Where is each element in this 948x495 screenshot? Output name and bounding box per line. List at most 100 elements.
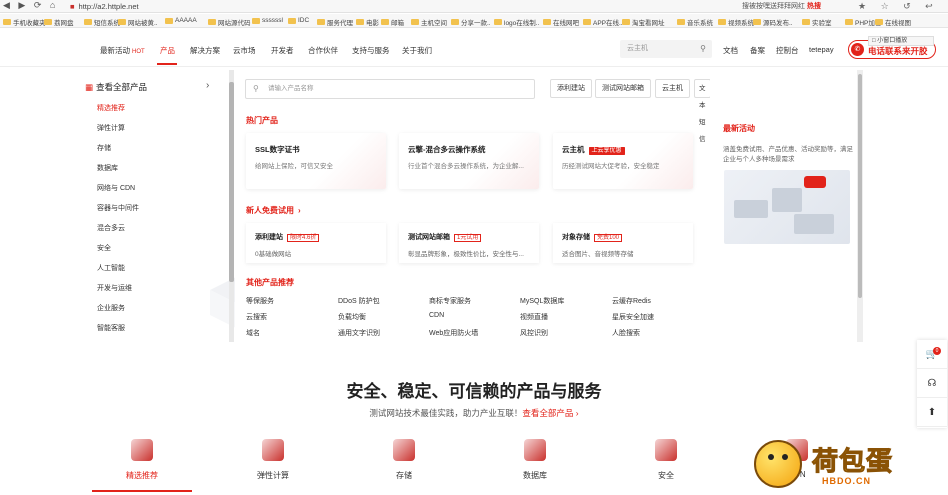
bookmark-item[interactable]: 短信系统 — [84, 17, 120, 27]
other-product-link[interactable]: 云搜索 — [246, 312, 267, 322]
bookmark-item[interactable]: 邮箱 — [381, 17, 404, 27]
sidebar-category[interactable]: 智能客服 — [97, 323, 125, 333]
activity-title[interactable]: 最新活动 — [723, 123, 755, 134]
view-all-link[interactable]: 查看全部产品 › — [522, 408, 578, 418]
other-product-link[interactable]: 云缓存Redis — [612, 296, 651, 306]
sidebar-category[interactable]: 企业服务 — [97, 303, 125, 313]
bookmark-item[interactable]: 电影 — [356, 17, 379, 27]
other-product-link[interactable]: 等保服务 — [246, 296, 274, 306]
panel-scrollbar[interactable] — [857, 70, 863, 342]
all-products-link[interactable]: ▦ 查看全部产品 — [85, 81, 147, 93]
address-bar[interactable]: ■ http://a2.httple.net — [70, 1, 710, 12]
browser-nav-buttons[interactable]: ◀ ▶ ⟳ ⌂ — [3, 0, 58, 13]
nav-item[interactable]: 合作伙伴 — [308, 45, 338, 56]
bookmark-item[interactable]: 主机空间 — [411, 17, 447, 27]
nav-item[interactable]: 支持与服务 — [352, 45, 390, 56]
bookmark-item[interactable]: 服务代理 — [317, 17, 353, 27]
bookmark-item[interactable]: 分享一款.. — [451, 17, 491, 27]
product-category-tab[interactable]: 安全 — [626, 439, 706, 481]
product-category-tab[interactable]: 数据库 — [495, 439, 575, 481]
bookmark-item[interactable]: 在线网吧 — [543, 17, 579, 27]
activity-banner-image[interactable] — [724, 170, 850, 244]
other-product-link[interactable]: DDoS 防护包 — [338, 296, 380, 306]
search-icon[interactable]: ⚲ — [700, 40, 706, 58]
link-console[interactable]: 控制台 — [776, 45, 799, 56]
header-search-input[interactable]: 云主机 ⚲ — [620, 40, 712, 58]
mini-window-toggle[interactable]: □ 小窗口播放 — [868, 36, 934, 46]
other-product-link[interactable]: 风控识别 — [520, 328, 548, 338]
other-product-link[interactable]: 负载均衡 — [338, 312, 366, 322]
link-filing[interactable]: 备案 — [750, 45, 765, 56]
scrollbar-thumb[interactable] — [229, 82, 234, 282]
bookmark-item[interactable]: IDC — [288, 17, 309, 24]
sidebar-category[interactable]: 人工智能 — [97, 263, 125, 273]
bookmark-item[interactable]: 在线视图 — [875, 17, 911, 27]
back-to-top-icon[interactable]: ⬆ — [917, 398, 947, 427]
bookmark-item[interactable]: 网站源代码 — [208, 17, 251, 27]
scrollbar-thumb[interactable] — [858, 74, 862, 298]
bookmark-item[interactable]: 淘宝看网址 — [622, 17, 665, 27]
hot-product-card[interactable]: SSL数字证书 给网站上保险，可信又安全 — [246, 133, 386, 189]
headset-icon[interactable]: ☊ — [917, 369, 947, 398]
bookmark-item[interactable]: AAAAA — [165, 17, 197, 24]
chevron-right-icon[interactable]: › — [206, 80, 209, 91]
product-category-tab[interactable]: 精选推荐 — [102, 439, 182, 481]
other-product-link[interactable]: Web应用防火墙 — [429, 328, 478, 338]
sidebar-scrollbar[interactable] — [229, 70, 234, 342]
nav-item[interactable]: 云市场 — [233, 45, 256, 56]
sidebar-category[interactable]: 混合多云 — [97, 223, 125, 233]
bookmark-item[interactable]: 荔网盘 — [44, 17, 74, 27]
bookmark-item[interactable]: logo在线制.. — [494, 17, 539, 27]
bookmark-item[interactable]: 手机收藏夹 — [3, 17, 46, 27]
all-products-label: 查看全部产品 — [96, 82, 148, 92]
other-product-link[interactable]: 人脸搜索 — [612, 328, 640, 338]
other-product-link[interactable]: 视频直播 — [520, 312, 548, 322]
sidebar-category[interactable]: 数据库 — [97, 163, 118, 173]
quick-button[interactable]: 云主机 — [655, 79, 690, 98]
product-search-input[interactable]: ⚲ 请输入产品名称 — [245, 79, 535, 99]
other-product-link[interactable]: 通用文字识别 — [338, 328, 380, 338]
sidebar-category[interactable]: 开发与运维 — [97, 283, 132, 293]
sidebar-category[interactable]: 容器与中间件 — [97, 203, 139, 213]
sidebar-category[interactable]: 安全 — [97, 243, 111, 253]
product-category-tab[interactable]: 存储 — [364, 439, 444, 481]
user-account[interactable]: tetepay — [809, 45, 834, 54]
other-product-link[interactable]: 商标专家服务 — [429, 296, 471, 306]
trial-product-card[interactable]: 对象存储 免费100 适合图片、音视频等存储 — [553, 223, 693, 263]
link-docs[interactable]: 文档 — [723, 45, 738, 56]
trial-product-card[interactable]: 添利建站 限时4.6折 0基础做网站 — [246, 223, 386, 263]
hot-product-card[interactable]: 云擎-混合多云操作系统 行业首个混合多云操作系统，为企业解... — [399, 133, 539, 189]
nav-item[interactable]: 关于我们 — [402, 45, 432, 56]
bookmark-item[interactable]: APP在线.. — [583, 17, 623, 27]
browser-search-box[interactable]: 搜被按嘿送拜拜网红 热搜 — [742, 1, 850, 12]
bookmark-item[interactable]: 音乐系统 — [677, 17, 713, 27]
other-product-link[interactable]: 域名 — [246, 328, 260, 338]
trial-product-card[interactable]: 测试网站邮箱 1元试用 彰显品牌形象，极致性价比，安全性与... — [399, 223, 539, 263]
sidebar-category[interactable]: 存储 — [97, 143, 111, 153]
bookmark-label: 主机空间 — [421, 20, 447, 27]
card-desc: 行业首个混合多云操作系统，为企业解... — [408, 163, 524, 170]
nav-item[interactable]: 解决方案 — [190, 45, 220, 56]
other-product-link[interactable]: CDN — [429, 312, 444, 319]
sidebar-category[interactable]: 精选推荐 — [97, 103, 125, 113]
quick-button[interactable]: 测试网站邮箱 — [595, 79, 651, 98]
cart-icon[interactable]: 🛒 0 — [917, 340, 947, 369]
nav-item[interactable]: 开发者 — [271, 45, 294, 56]
folder-icon — [875, 19, 883, 25]
sidebar-category[interactable]: 网络与 CDN — [97, 183, 135, 193]
hot-product-card[interactable]: 云主机 上云享优惠 历经测试网站大促考验，安全稳定 — [553, 133, 693, 189]
bookmark-item[interactable]: 源码发布.. — [753, 17, 793, 27]
nav-item[interactable]: 最新活动 HOT — [100, 45, 145, 56]
bookmark-item[interactable]: 网站被黄.. — [118, 17, 158, 27]
quick-button[interactable]: 添利建站 — [550, 79, 592, 98]
free-trial-title[interactable]: 新人免费试用 › — [246, 205, 301, 216]
bookmark-item[interactable]: 实验室 — [802, 17, 832, 27]
bookmark-item[interactable]: ssssssl — [252, 17, 283, 24]
nav-item[interactable]: 产品 — [160, 45, 175, 56]
other-product-link[interactable]: 星辰安全加速 — [612, 312, 654, 322]
product-category-tab[interactable]: 弹性计算 — [233, 439, 313, 481]
other-product-link[interactable]: MySQL数据库 — [520, 296, 564, 306]
quick-button[interactable]: 文本短信 — [694, 79, 711, 143]
bookmark-item[interactable]: 视频系统 — [718, 17, 754, 27]
sidebar-category[interactable]: 弹性计算 — [97, 123, 125, 133]
